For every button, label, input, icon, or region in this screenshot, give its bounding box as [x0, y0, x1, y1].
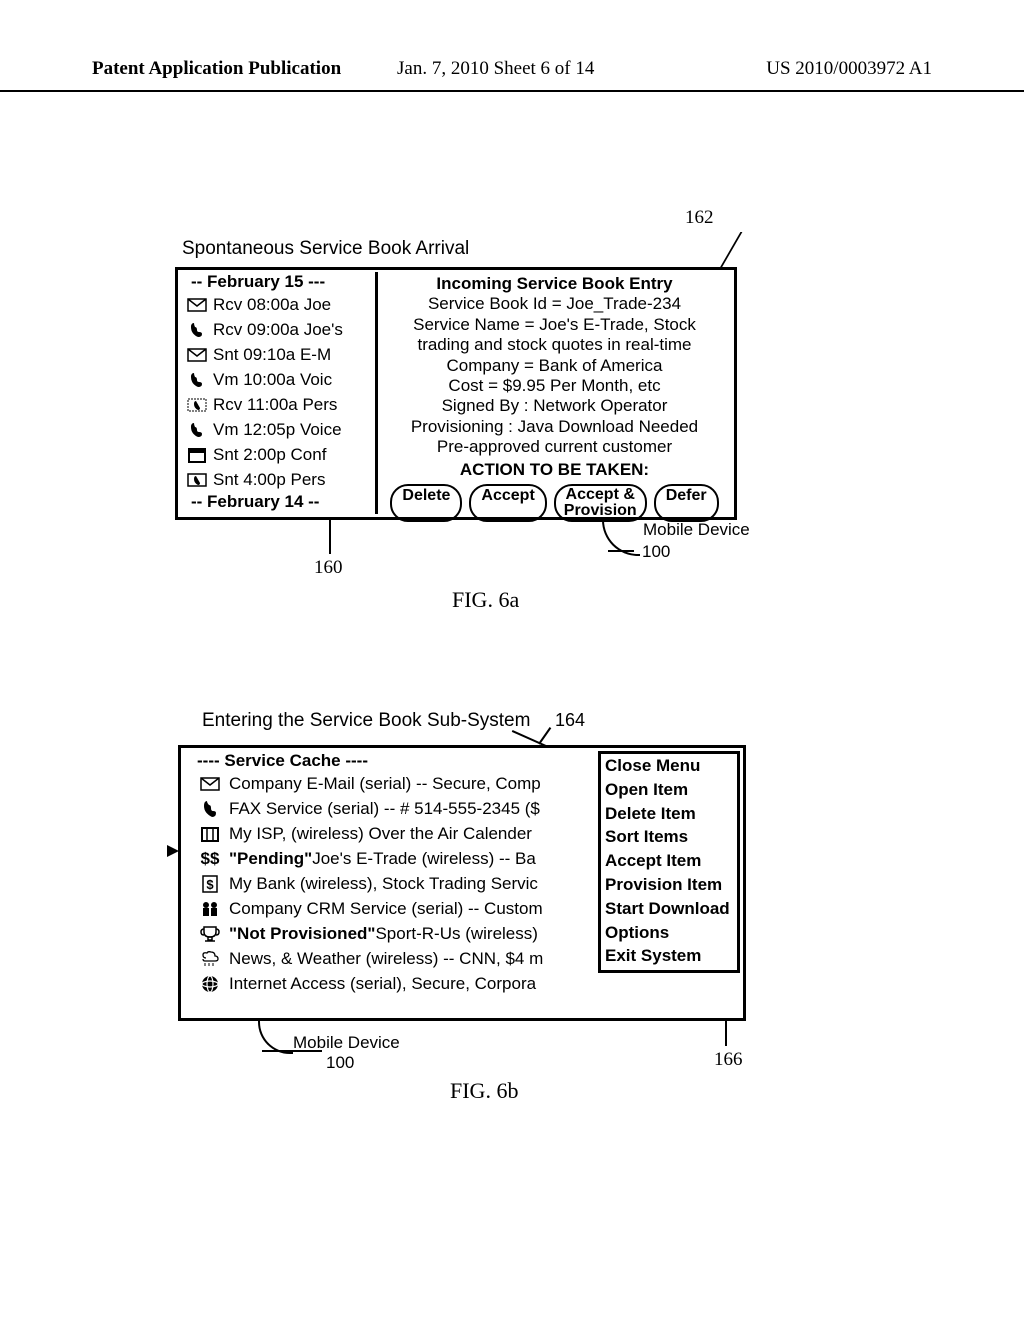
- svc-line: Pre-approved current customer: [378, 437, 731, 457]
- leader-162: [720, 232, 743, 268]
- svc-line: Company = Bank of America: [378, 356, 731, 376]
- svc-line: Provisioning : Java Download Needed: [378, 417, 731, 437]
- mobile-device-label-a: Mobile Device: [643, 520, 750, 540]
- fig6a-caption: FIG. 6a: [452, 587, 519, 613]
- service-text: Sport-R-Us (wireless): [375, 924, 537, 944]
- menu-exit[interactable]: Exit System: [605, 944, 737, 968]
- calendar-phone-icon: [187, 398, 207, 412]
- svc-line: Service Name = Joe's E-Trade, Stock: [378, 315, 731, 335]
- ref-162: 162: [685, 207, 714, 229]
- svc-line: Cost = $9.95 Per Month, etc: [378, 376, 731, 396]
- mail-icon: [199, 775, 221, 793]
- action-button-row: Delete Accept Accept & Provision Defer: [378, 484, 731, 522]
- msg-text: Snt 2:00p Conf: [213, 445, 326, 465]
- leader-100a: [608, 550, 634, 552]
- phone-icon: [199, 800, 221, 818]
- svc-line: Service Book Id = Joe_Trade-234: [378, 294, 731, 314]
- service-text: News, & Weather (wireless) -- CNN, $4 m: [229, 949, 543, 969]
- date-header-1: -- February 15 ---: [181, 272, 375, 292]
- menu-close[interactable]: Close Menu: [605, 754, 737, 778]
- ref-160: 160: [314, 557, 343, 579]
- service-row[interactable]: Internet Access (serial), Secure, Corpor…: [181, 971, 743, 996]
- msg-text: Rcv 08:00a Joe: [213, 295, 331, 315]
- service-text: Company CRM Service (serial) -- Custom: [229, 899, 543, 919]
- fig6b-device-frame: ---- Service Cache ---- Company E-Mail (…: [178, 745, 746, 1021]
- action-header: ACTION TO BE TAKEN:: [378, 460, 731, 480]
- service-status: "Pending": [229, 849, 312, 869]
- menu-download[interactable]: Start Download: [605, 897, 737, 921]
- mail-icon: [187, 348, 207, 362]
- leader-curve-100b: [258, 1020, 293, 1054]
- message-list: -- February 15 --- Rcv 08:00a Joe Rcv 09…: [181, 272, 378, 514]
- ref-166: 166: [714, 1049, 743, 1071]
- leader-160: [329, 518, 331, 554]
- defer-button[interactable]: Defer: [654, 484, 719, 522]
- accept-button[interactable]: Accept: [469, 484, 546, 522]
- msg-text: Rcv 09:00a Joe's: [213, 320, 343, 340]
- weather-icon: [199, 950, 221, 968]
- service-text: My Bank (wireless), Stock Trading Servic: [229, 874, 538, 894]
- menu-delete[interactable]: Delete Item: [605, 802, 737, 826]
- service-text: Company E-Mail (serial) -- Secure, Comp: [229, 774, 541, 794]
- incoming-service-panel: Incoming Service Book Entry Service Book…: [378, 272, 731, 514]
- service-text: My ISP, (wireless) Over the Air Calender: [229, 824, 532, 844]
- mobile-device-label-b: Mobile Device: [293, 1033, 400, 1053]
- context-menu: Close Menu Open Item Delete Item Sort It…: [598, 751, 740, 973]
- msg-text: Vm 10:00a Voic: [213, 370, 332, 390]
- dollar-icon: $$: [199, 850, 221, 868]
- svc-line: trading and stock quotes in real-time: [378, 335, 731, 355]
- service-status: "Not Provisioned": [229, 924, 375, 944]
- svg-text:$: $: [206, 877, 214, 892]
- service-text: Joe's E-Trade (wireless) -- Ba: [312, 849, 536, 869]
- menu-options[interactable]: Options: [605, 921, 737, 945]
- mail-icon: [187, 298, 207, 312]
- incoming-title: Incoming Service Book Entry: [378, 274, 731, 294]
- phone-icon: [187, 373, 207, 387]
- phone-icon: [187, 423, 207, 437]
- msg-row[interactable]: Rcv 09:00a Joe's: [181, 317, 375, 342]
- msg-text: Vm 12:05p Voice: [213, 420, 342, 440]
- accept-provision-button[interactable]: Accept & Provision: [554, 484, 647, 522]
- date-header-2: -- February 14 --: [181, 492, 375, 512]
- msg-text: Rcv 11:00a Pers: [213, 395, 337, 415]
- leader-166: [725, 1018, 727, 1046]
- pub-number: US 2010/0003972 A1: [766, 58, 932, 80]
- msg-row[interactable]: Rcv 11:00a Pers: [181, 392, 375, 417]
- msg-text: Snt 09:10a E-M: [213, 345, 331, 365]
- menu-provision[interactable]: Provision Item: [605, 873, 737, 897]
- fig6b-title: Entering the Service Book Sub-System: [202, 710, 530, 732]
- btn-line: Accept &: [564, 487, 637, 503]
- msg-row[interactable]: Snt 4:00p Pers: [181, 467, 375, 492]
- trophy-icon: [199, 925, 221, 943]
- fig6a-device-frame: -- February 15 --- Rcv 08:00a Joe Rcv 09…: [175, 267, 737, 520]
- calendar-icon: [187, 448, 207, 462]
- dollar-box-icon: $: [199, 875, 221, 893]
- msg-row[interactable]: Snt 2:00p Conf: [181, 442, 375, 467]
- msg-text: Snt 4:00p Pers: [213, 470, 325, 490]
- fig6a-title: Spontaneous Service Book Arrival: [182, 238, 469, 260]
- calendar-icon: [199, 825, 221, 843]
- btn-line: Provision: [564, 503, 637, 519]
- menu-accept[interactable]: Accept Item: [605, 849, 737, 873]
- pub-title: Patent Application Publication: [92, 58, 341, 80]
- ref-100-b: 100: [326, 1053, 354, 1073]
- svc-line: Signed By : Network Operator: [378, 396, 731, 416]
- globe-icon: [199, 975, 221, 993]
- phone-icon: [187, 323, 207, 337]
- ref-164: 164: [555, 710, 585, 731]
- pub-date: Jan. 7, 2010 Sheet 6 of 14: [397, 58, 594, 80]
- msg-row[interactable]: Vm 12:05p Voice: [181, 417, 375, 442]
- calendar-phone-icon: [187, 473, 207, 487]
- msg-row[interactable]: Rcv 08:00a Joe: [181, 292, 375, 317]
- msg-row[interactable]: Snt 09:10a E-M: [181, 342, 375, 367]
- menu-open[interactable]: Open Item: [605, 778, 737, 802]
- delete-button[interactable]: Delete: [390, 484, 462, 522]
- service-text: Internet Access (serial), Secure, Corpor…: [229, 974, 536, 994]
- service-text: FAX Service (serial) -- # 514-555-2345 (…: [229, 799, 540, 819]
- fig6b-caption: FIG. 6b: [450, 1078, 518, 1104]
- msg-row[interactable]: Vm 10:00a Voic: [181, 367, 375, 392]
- ref-100-a: 100: [642, 542, 670, 562]
- menu-sort[interactable]: Sort Items: [605, 825, 737, 849]
- people-icon: [199, 900, 221, 918]
